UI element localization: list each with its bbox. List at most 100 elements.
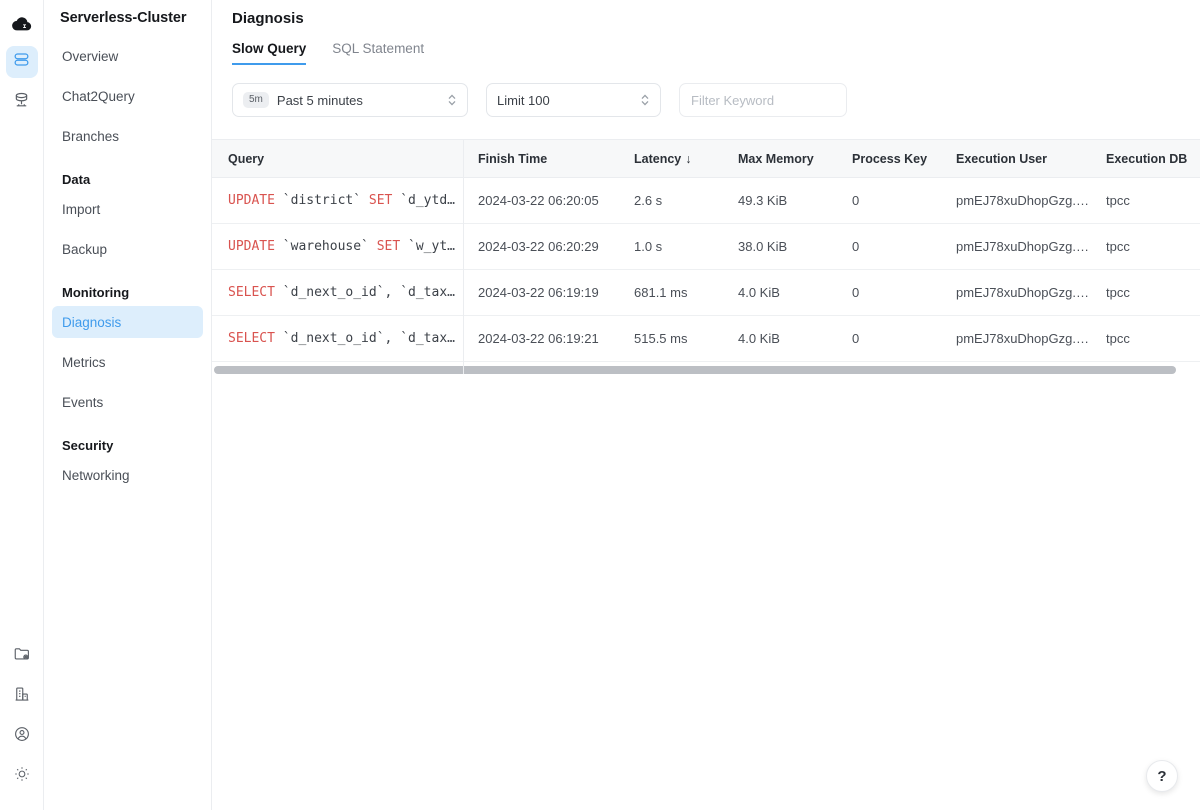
chevron-updown-icon <box>447 92 457 108</box>
rail-item-database-node[interactable] <box>6 86 38 118</box>
sidebar-item-label: Events <box>62 394 104 410</box>
rail-item-theme[interactable] <box>6 760 38 792</box>
cell-execution-user: pmEJ78xuDhopGzg.r… <box>940 269 1090 316</box>
sidebar-item-label: Diagnosis <box>62 314 122 330</box>
sidebar-item-label: Metrics <box>62 354 106 370</box>
cell-process-key: 0 <box>836 177 940 224</box>
cell-query[interactable]: SELECT `d_next_o_id`, `d_tax` FR… <box>212 269 462 316</box>
cell-max-memory: 4.0 KiB <box>722 315 836 362</box>
organization-icon <box>13 685 31 708</box>
sidebar-item-label: Chat2Query <box>62 88 135 104</box>
page-title: Diagnosis <box>232 10 304 27</box>
sql-text: `w_ytd` =… <box>408 239 462 254</box>
sidebar-item-overview[interactable]: Overview <box>52 40 203 72</box>
cell-finish-time: 2024-03-22 06:19:21 <box>462 315 618 362</box>
sidebar-group-security: Security <box>62 438 114 453</box>
search-input[interactable]: Filter Keyword <box>679 83 847 117</box>
cloud-logo-icon[interactable] <box>6 8 38 40</box>
cell-execution-db: tpcc <box>1090 315 1200 362</box>
sidebar-item-backup[interactable]: Backup <box>52 233 203 265</box>
column-header-execution-user[interactable]: Execution User <box>940 139 1090 178</box>
tab-label: Slow Query <box>232 41 307 56</box>
cell-process-key: 0 <box>836 223 940 270</box>
sidebar-group-data: Data <box>62 172 91 187</box>
cell-process-key: 0 <box>836 269 940 316</box>
cell-query[interactable]: SELECT `d_next_o_id`, `d_tax` FR… <box>212 315 462 362</box>
icon-rail <box>0 0 44 810</box>
sidebar-group-monitoring: Monitoring <box>62 285 130 300</box>
table-header-row: Query Finish Time Latency ↓ Max Memory Pr <box>212 139 1200 178</box>
cell-latency: 681.1 ms <box>618 269 722 316</box>
cell-max-memory: 4.0 KiB <box>722 269 836 316</box>
sidebar-item-diagnosis[interactable]: Diagnosis <box>52 306 203 338</box>
tab-sql-statement[interactable]: SQL Statement <box>332 41 424 65</box>
table-row[interactable]: UPDATE `district` SET `d_ytd` = … 2024-0… <box>212 177 1200 224</box>
column-header-execution-db[interactable]: Execution DB <box>1090 139 1200 178</box>
column-header-latency[interactable]: Latency ↓ <box>618 139 722 178</box>
sidebar-item-label: Backup <box>62 241 108 257</box>
sort-desc-icon: ↓ <box>685 151 692 166</box>
cell-execution-user: pmEJ78xuDhopGzg.r… <box>940 315 1090 362</box>
cell-finish-time: 2024-03-22 06:20:29 <box>462 223 618 270</box>
table-row[interactable]: SELECT `d_next_o_id`, `d_tax` FR… 2024-0… <box>212 269 1200 316</box>
sidebar-item-chat2query[interactable]: Chat2Query <box>52 80 203 112</box>
clusters-icon <box>12 50 31 74</box>
filter-bar: 5m Past 5 minutes Limit 100 Filter Keywo <box>212 65 1200 117</box>
main-content: Diagnosis Slow Query SQL Statement 5m Pa… <box>212 0 1200 810</box>
cell-query[interactable]: UPDATE `district` SET `d_ytd` = … <box>212 177 462 224</box>
cell-execution-db: tpcc <box>1090 269 1200 316</box>
cell-finish-time: 2024-03-22 06:20:05 <box>462 177 618 224</box>
tab-slow-query[interactable]: Slow Query <box>232 41 307 65</box>
sidebar-item-events[interactable]: Events <box>52 386 203 418</box>
limit-select[interactable]: Limit 100 <box>486 83 661 117</box>
cell-query[interactable]: UPDATE `warehouse` SET `w_ytd` =… <box>212 223 462 270</box>
table-row[interactable]: SELECT `d_next_o_id`, `d_tax` FR… 2024-0… <box>212 315 1200 362</box>
sidebar-item-import[interactable]: Import <box>52 193 203 225</box>
column-label: Execution DB <box>1106 151 1188 166</box>
sidebar-item-label: Branches <box>62 128 120 144</box>
table-row[interactable]: UPDATE `warehouse` SET `w_ytd` =… 2024-0… <box>212 223 1200 270</box>
sidebar-item-metrics[interactable]: Metrics <box>52 346 203 378</box>
tab-label: SQL Statement <box>332 41 425 56</box>
column-label: Query <box>228 151 265 166</box>
cell-latency: 1.0 s <box>618 223 722 270</box>
sidebar-item-label: Overview <box>62 48 119 64</box>
help-button[interactable]: ? <box>1146 760 1178 792</box>
sidebar-item-branches[interactable]: Branches <box>52 120 203 152</box>
rail-item-organization[interactable] <box>6 680 38 712</box>
sql-keyword: UPDATE <box>228 193 275 208</box>
column-header-finish-time[interactable]: Finish Time <box>462 139 618 178</box>
time-range-badge: 5m <box>243 92 269 108</box>
sql-text: `d_next_o_id`, `d_tax` <box>274 331 462 346</box>
sql-keyword: SELECT <box>228 285 275 300</box>
cell-max-memory: 49.3 KiB <box>722 177 836 224</box>
sql-text: `d_ytd` = … <box>400 193 462 208</box>
sidebar-item-networking[interactable]: Networking <box>52 459 203 491</box>
sql-text: `d_next_o_id`, `d_tax` <box>274 285 462 300</box>
horizontal-scrollbar[interactable] <box>214 366 1176 374</box>
column-header-max-memory[interactable]: Max Memory <box>722 139 836 178</box>
sql-text: `warehouse` <box>274 239 377 254</box>
slow-query-table: Query Finish Time Latency ↓ Max Memory Pr <box>212 139 1200 362</box>
rail-item-account[interactable] <box>6 720 38 752</box>
cell-execution-db: tpcc <box>1090 177 1200 224</box>
search-placeholder: Filter Keyword <box>691 92 775 108</box>
rail-item-clusters[interactable] <box>5 46 38 78</box>
column-label: Latency <box>634 151 682 166</box>
time-range-value: Past 5 minutes <box>276 92 363 108</box>
rail-item-projects[interactable] <box>6 640 38 672</box>
time-range-select[interactable]: 5m Past 5 minutes <box>232 83 468 117</box>
column-header-query[interactable]: Query <box>212 139 462 178</box>
sql-keyword: UPDATE <box>228 239 275 254</box>
sidebar: Serverless-Cluster Overview Chat2Query B… <box>44 0 212 810</box>
table-body: UPDATE `district` SET `d_ytd` = … 2024-0… <box>212 177 1200 362</box>
table-header: Query Finish Time Latency ↓ Max Memory Pr <box>212 139 1200 178</box>
account-icon <box>13 725 31 748</box>
app-root: Serverless-Cluster Overview Chat2Query B… <box>0 0 1200 810</box>
sql-text: `district` <box>274 193 369 208</box>
sql-keyword: SET <box>376 239 401 254</box>
column-label: Max Memory <box>738 151 814 166</box>
cluster-name: Serverless-Cluster <box>60 10 187 26</box>
cell-max-memory: 38.0 KiB <box>722 223 836 270</box>
column-header-process-key[interactable]: Process Key <box>836 139 940 178</box>
